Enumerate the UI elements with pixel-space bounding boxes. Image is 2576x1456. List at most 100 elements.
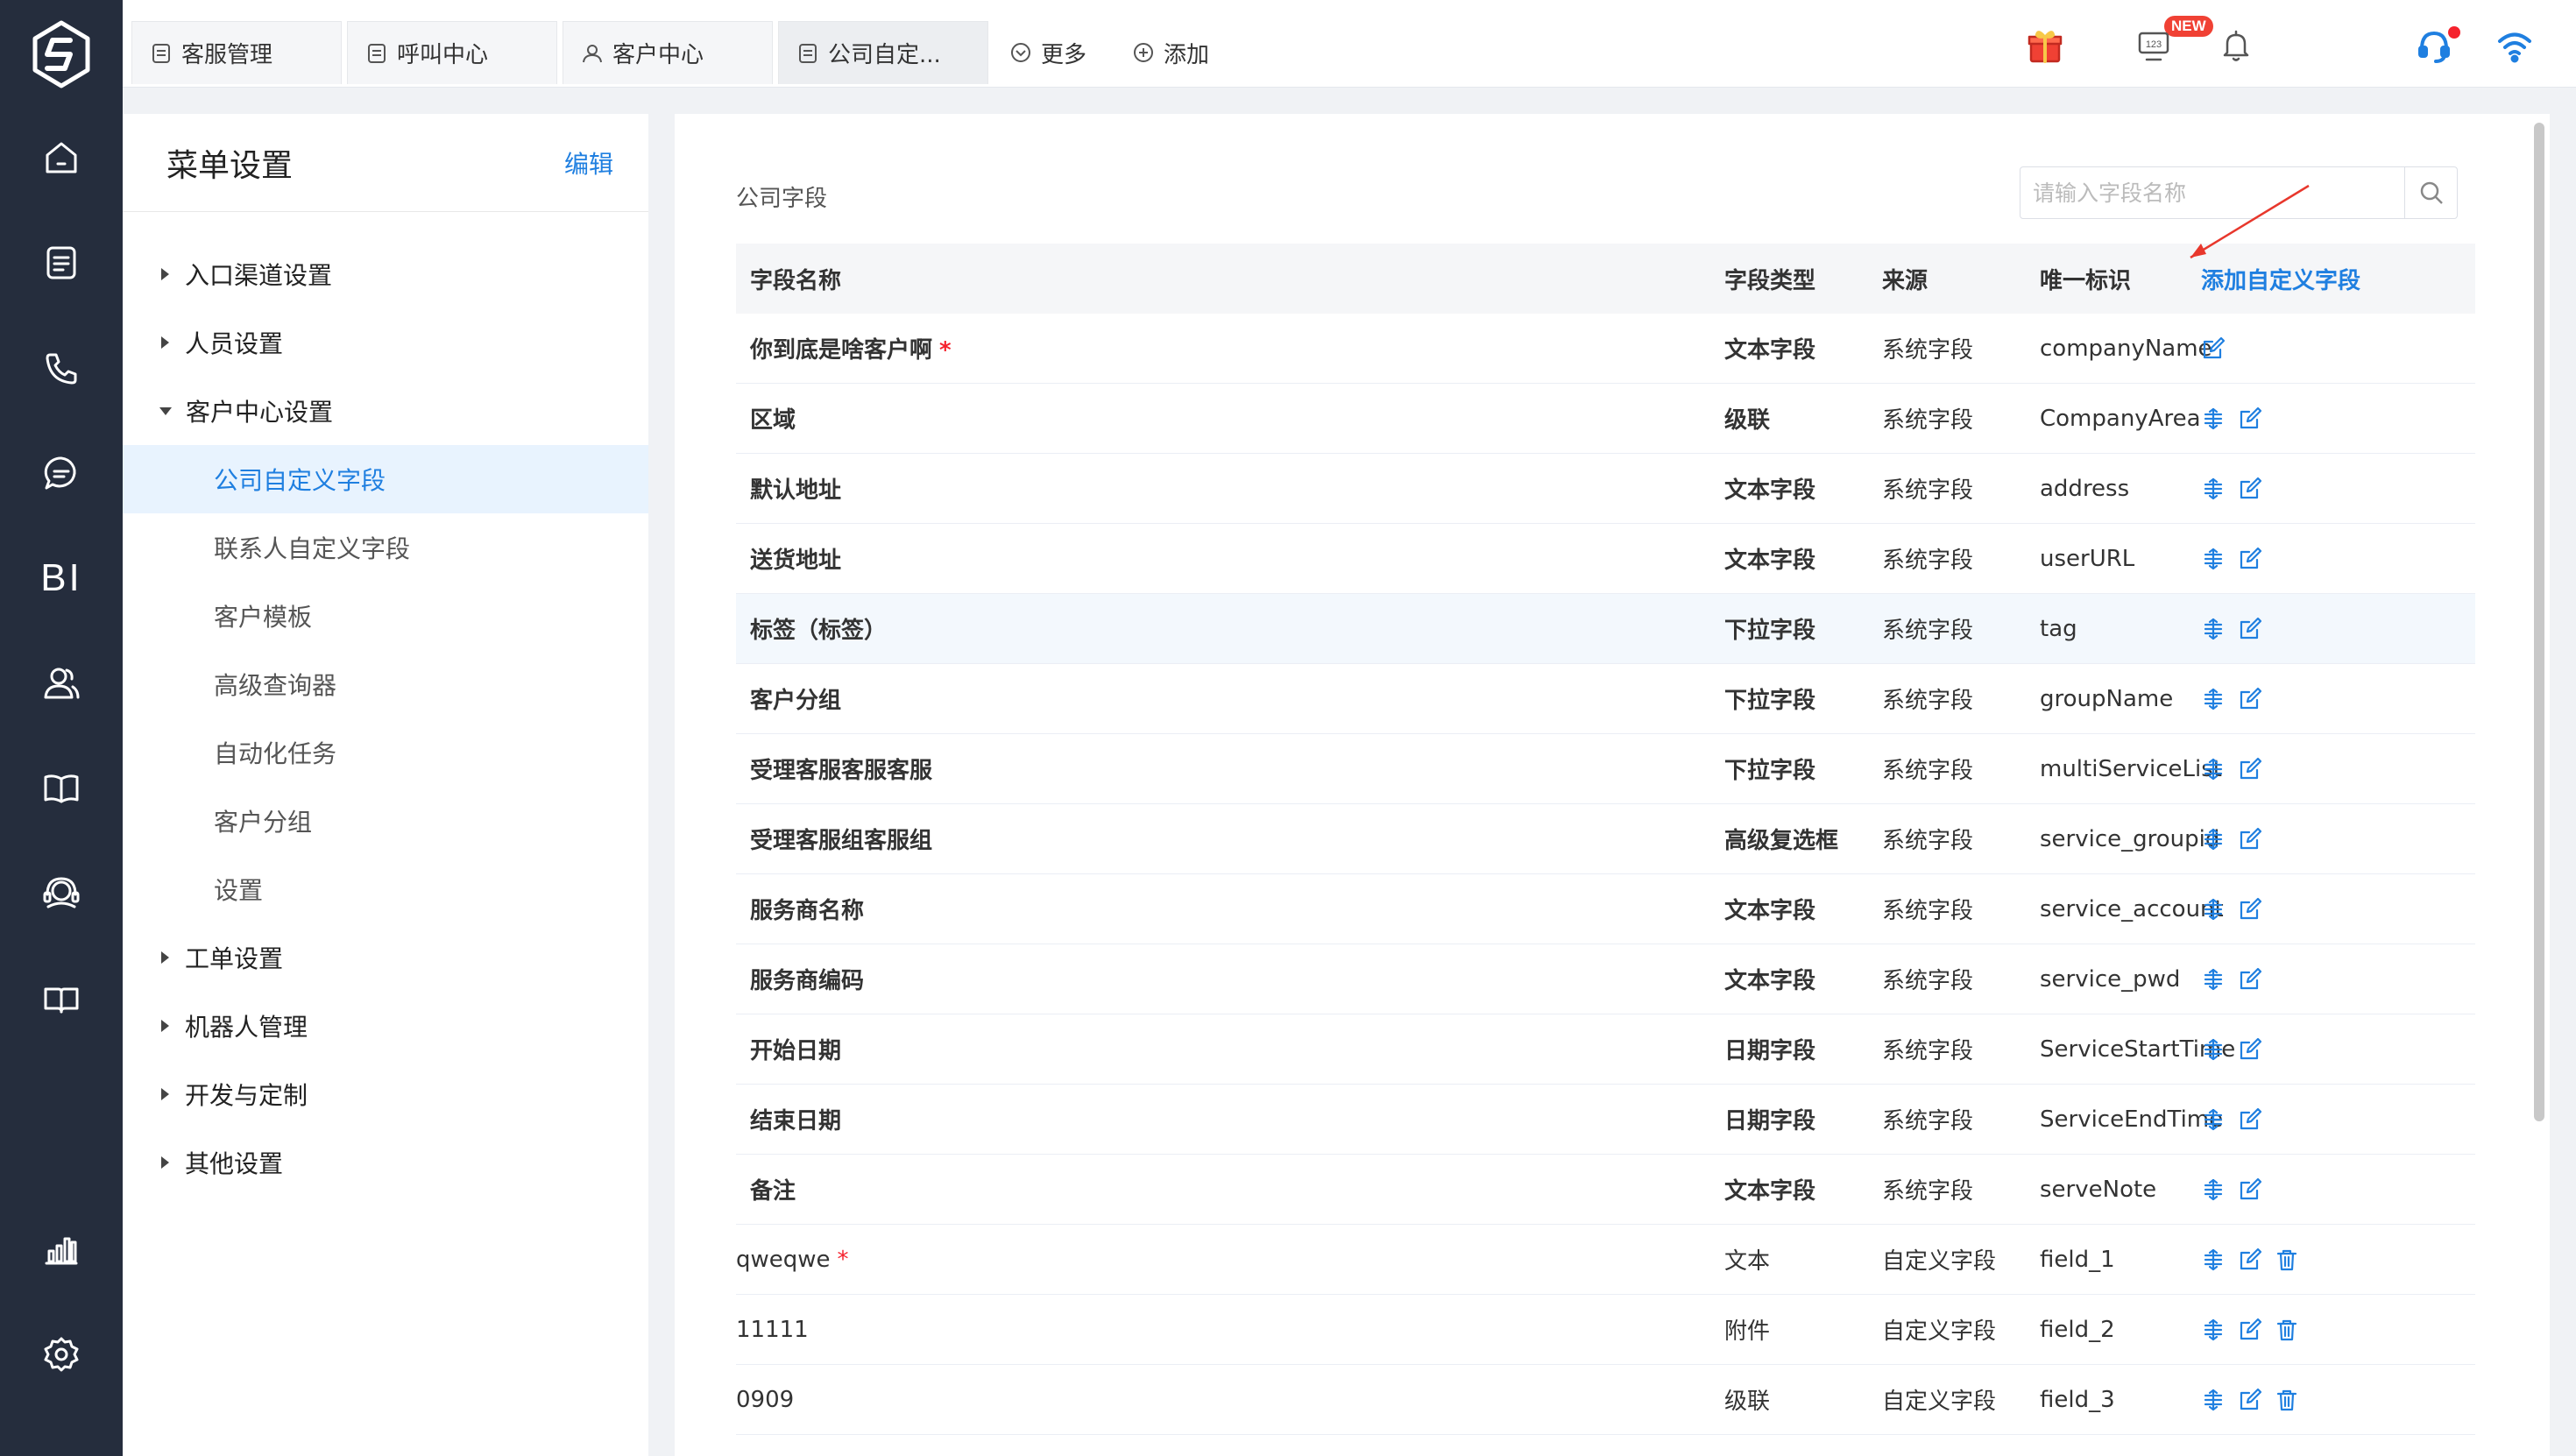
menu-group-entry-channel[interactable]: 入口渠道设置 xyxy=(123,240,648,308)
table-row: 0909 级联 自定义字段 field_3 xyxy=(736,1365,2475,1435)
edit-icon[interactable] xyxy=(2238,827,2262,852)
chat-icon[interactable] xyxy=(35,447,88,499)
menu-group-develop[interactable]: 开发与定制 xyxy=(123,1060,648,1128)
edit-icon[interactable] xyxy=(2238,1177,2262,1202)
chart-bars-icon[interactable] xyxy=(35,1224,88,1276)
sort-icon[interactable] xyxy=(2201,897,2226,922)
field-name: 标签（标签） xyxy=(750,612,887,645)
sort-icon[interactable] xyxy=(2201,1177,2226,1202)
sort-icon[interactable] xyxy=(2201,1318,2226,1342)
phone-icon[interactable] xyxy=(35,342,88,394)
wifi-icon[interactable] xyxy=(2490,21,2539,70)
tab-customer-service[interactable]: 客服管理 xyxy=(131,21,342,84)
sort-icon[interactable] xyxy=(2201,967,2226,992)
menu-item-contact-fields[interactable]: 联系人自定义字段 xyxy=(123,513,648,582)
edit-icon[interactable] xyxy=(2238,1388,2262,1412)
edit-icon[interactable] xyxy=(2238,617,2262,641)
more-button[interactable]: 更多 xyxy=(1009,35,1086,70)
book-open-icon[interactable] xyxy=(35,972,88,1025)
field-name-text: 送货地址 xyxy=(750,548,842,574)
edit-icon[interactable] xyxy=(2238,1247,2262,1272)
edit-icon[interactable] xyxy=(2201,336,2226,361)
field-source: 系统字段 xyxy=(1882,1038,1974,1064)
edit-icon[interactable] xyxy=(2238,477,2262,501)
menu-item-advanced-query[interactable]: 高级查询器 xyxy=(123,650,648,718)
field-source: 系统字段 xyxy=(1882,968,1974,994)
sort-icon[interactable] xyxy=(2201,1107,2226,1132)
field-name-text: 11111 xyxy=(736,1316,809,1343)
table-body: 你到底是啥客户啊 * 文本字段 系统字段 companyName 区域 级联 系统字段 Comp… xyxy=(736,314,2475,1435)
menu-group-robot[interactable]: 机器人管理 xyxy=(123,992,648,1060)
field-name: 区域 xyxy=(750,402,796,435)
headset-icon[interactable] xyxy=(35,867,88,920)
gift-icon[interactable] xyxy=(2020,21,2070,70)
sort-icon[interactable] xyxy=(2201,1247,2226,1272)
trash-icon[interactable] xyxy=(2275,1388,2299,1412)
field-source: 系统字段 xyxy=(1882,828,1974,854)
edit-icon[interactable] xyxy=(2238,967,2262,992)
edit-icon[interactable] xyxy=(2238,1107,2262,1132)
edit-icon[interactable] xyxy=(2238,897,2262,922)
menu-group-customer-center[interactable]: 客户中心设置 xyxy=(123,377,648,445)
tab-call-center[interactable]: 呼叫中心 xyxy=(347,21,557,84)
sort-icon[interactable] xyxy=(2201,1388,2226,1412)
search-icon[interactable] xyxy=(2404,167,2457,218)
field-type: 文本字段 xyxy=(1724,477,1816,504)
edit-icon[interactable] xyxy=(2238,1318,2262,1342)
sort-icon[interactable] xyxy=(2201,827,2226,852)
menu-group-ticket[interactable]: 工单设置 xyxy=(123,923,648,992)
keypad-icon[interactable]: 123 xyxy=(2129,21,2178,70)
sort-icon[interactable] xyxy=(2201,547,2226,571)
menu-item-customer-template[interactable]: 客户模板 xyxy=(123,582,648,650)
sort-icon[interactable] xyxy=(2201,687,2226,711)
trash-icon[interactable] xyxy=(2275,1247,2299,1272)
table-row: 送货地址 文本字段 系统字段 userURL xyxy=(736,524,2475,594)
tab-customer-center[interactable]: 客户中心 xyxy=(563,21,773,84)
field-source: 系统字段 xyxy=(1882,548,1974,574)
field-name-text: 客户分组 xyxy=(750,688,842,714)
sort-icon[interactable] xyxy=(2201,1037,2226,1062)
sort-icon[interactable] xyxy=(2201,477,2226,501)
sort-icon[interactable] xyxy=(2201,757,2226,781)
table-row: 受理客服组客服组 高级复选框 系统字段 service_groupid xyxy=(736,804,2475,874)
edit-icon[interactable] xyxy=(2238,406,2262,431)
table-row: 备注 文本字段 系统字段 serveNote xyxy=(736,1155,2475,1225)
add-tab-button[interactable]: 添加 xyxy=(1132,35,1209,70)
scrollbar[interactable] xyxy=(2534,123,2544,1121)
menu-group-staff[interactable]: 人员设置 xyxy=(123,308,648,377)
menu-group-other[interactable]: 其他设置 xyxy=(123,1128,648,1197)
field-id: tag xyxy=(2040,615,2077,642)
sort-icon[interactable] xyxy=(2201,617,2226,641)
field-type: 文本字段 xyxy=(1724,1178,1816,1205)
tab-company-fields[interactable]: 公司自定... xyxy=(778,21,988,84)
menu-item-settings[interactable]: 设置 xyxy=(123,855,648,923)
document-icon[interactable] xyxy=(35,237,88,289)
bi-nav[interactable]: BI xyxy=(35,552,88,604)
book-icon[interactable] xyxy=(35,762,88,815)
field-source: 系统字段 xyxy=(1882,477,1974,504)
sort-icon[interactable] xyxy=(2201,406,2226,431)
field-name: 默认地址 xyxy=(750,472,841,505)
home-icon[interactable] xyxy=(35,131,88,184)
menu-edit-button[interactable]: 编辑 xyxy=(564,145,613,180)
menu-item-company-fields[interactable]: 公司自定义字段 xyxy=(123,445,648,513)
edit-icon[interactable] xyxy=(2238,687,2262,711)
field-source: 系统字段 xyxy=(1882,618,1974,644)
edit-icon[interactable] xyxy=(2238,547,2262,571)
bell-icon[interactable] xyxy=(2212,21,2261,70)
field-name-text: 备注 xyxy=(750,1178,796,1205)
field-source: 系统字段 xyxy=(1882,337,1974,364)
chevron-circle-icon xyxy=(1011,43,1030,62)
menu-item-automation[interactable]: 自动化任务 xyxy=(123,718,648,787)
edit-icon[interactable] xyxy=(2238,757,2262,781)
menu-item-customer-group[interactable]: 客户分组 xyxy=(123,787,648,855)
field-type: 级联 xyxy=(1724,407,1771,434)
trash-icon[interactable] xyxy=(2275,1318,2299,1342)
menu-group-label: 机器人管理 xyxy=(185,1013,308,1042)
edit-icon[interactable] xyxy=(2238,1037,2262,1062)
field-name: 0909 xyxy=(736,1387,794,1413)
row-actions xyxy=(2201,1107,2262,1132)
gear-icon[interactable] xyxy=(35,1328,88,1381)
users-icon[interactable] xyxy=(35,657,88,710)
bi-label: BI xyxy=(40,556,82,599)
